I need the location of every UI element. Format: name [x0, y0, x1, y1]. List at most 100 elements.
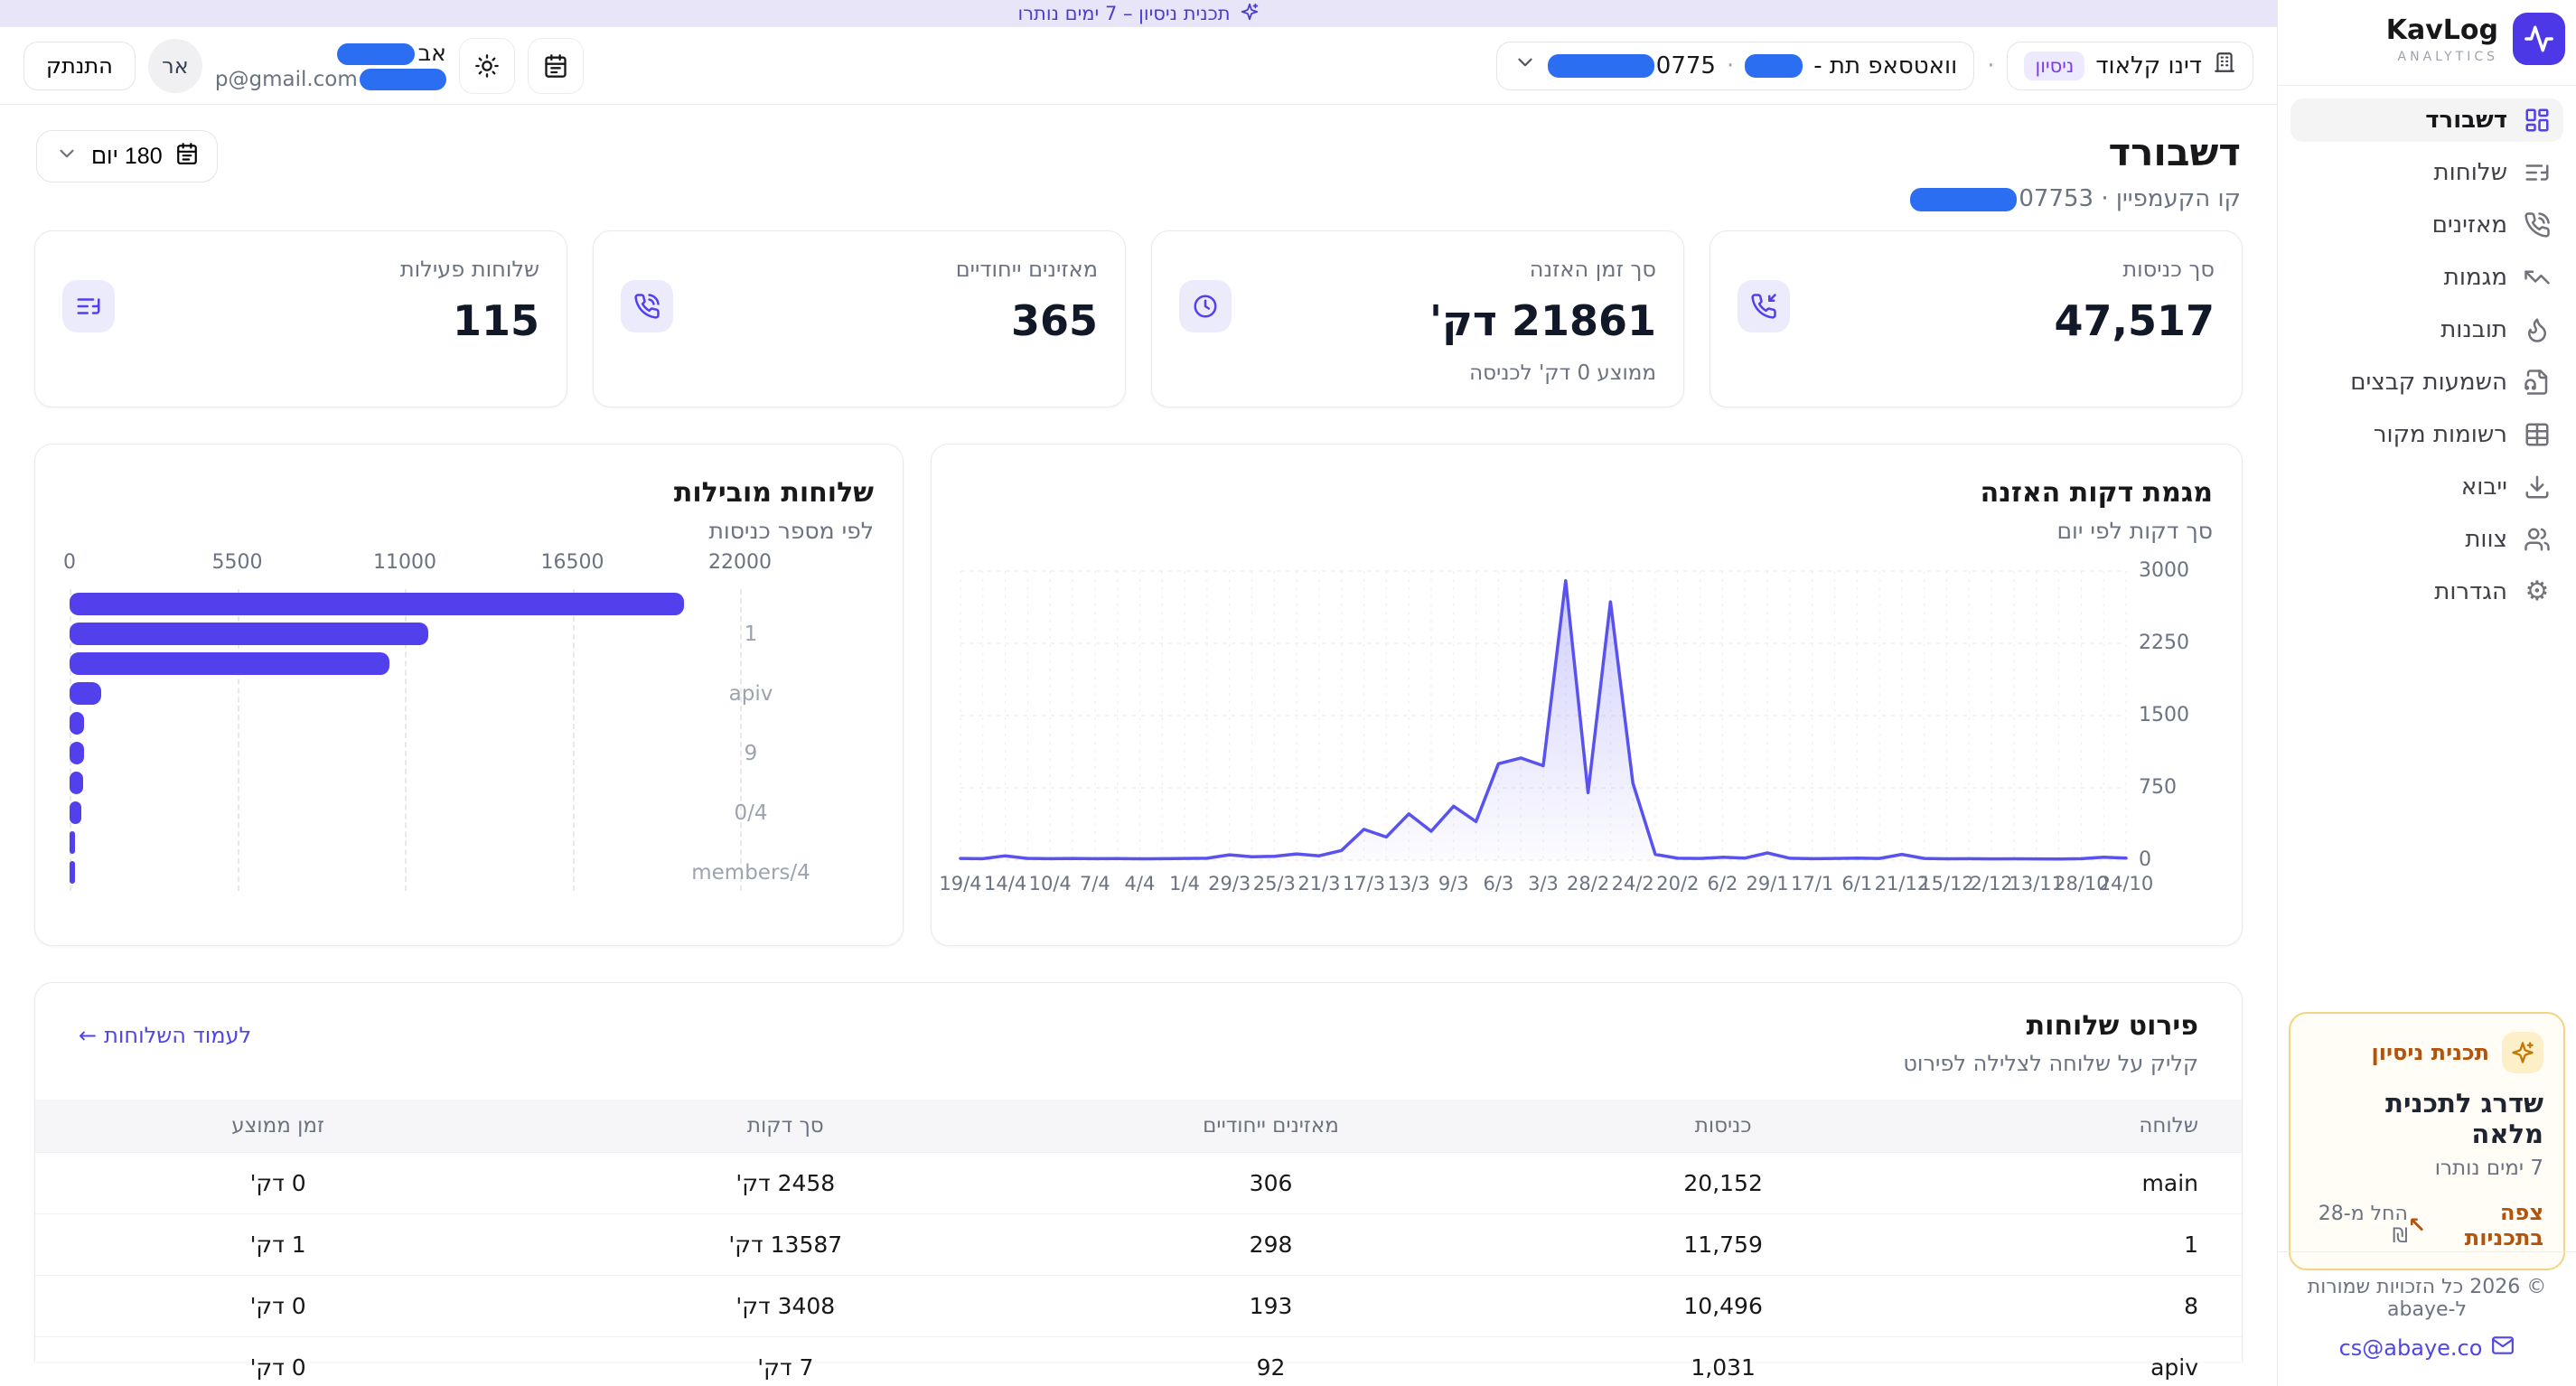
table-row[interactable]: 111,75929813587 דק'1 דק' [35, 1213, 2242, 1275]
trending-up-icon [2524, 264, 2551, 291]
area-x-tick: 6/1 [1841, 873, 1872, 894]
bar-axis-tick: 5500 [212, 551, 263, 574]
kavlog-logo-icon [2513, 13, 2565, 65]
bar-category-label: 0/4 [660, 801, 841, 825]
sidebar-item-label: מאזינים [2432, 211, 2507, 239]
bar [70, 831, 75, 854]
table-row[interactable]: apiv1,031927 דק'0 דק' [35, 1336, 2242, 1386]
listening-trend-chart-card: מגמת דקות האזנה סך דקות לפי יום 07501500… [931, 444, 2243, 946]
area-x-tick: 3/3 [1528, 873, 1559, 894]
sidebar-item-settings[interactable]: ⚙ הגדרות [2290, 570, 2563, 613]
sidebar-item-extensions[interactable]: שלוחות [2290, 151, 2563, 194]
sidebar-item-team[interactable]: צוות [2290, 518, 2563, 561]
app-root: KavLog ANALYTICS דשבורד שלוחות [0, 0, 2576, 1386]
sidebar-item-label: הגדרות [2434, 578, 2507, 605]
table-row[interactable]: 810,4961933408 דק'0 דק' [35, 1275, 2242, 1336]
sidebar-item-source-records[interactable]: רשומות מקור [2290, 413, 2563, 456]
line-label: וואטסאפ תת - [1813, 52, 1957, 80]
theme-toggle-button[interactable] [459, 38, 515, 94]
sidebar-item-import[interactable]: ייבוא [2290, 465, 2563, 509]
bar-chart-plot: 055001100016500220001apiv90/4members/4 [64, 551, 874, 913]
table-icon [2524, 421, 2551, 448]
chevron-down-icon [1513, 51, 1537, 80]
list-tree-icon [2524, 159, 2551, 186]
trial-badge: תכנית ניסיון [2372, 1040, 2489, 1065]
bar-axis-tick: 16500 [541, 551, 604, 574]
area-x-tick: 15/12 [1919, 873, 1974, 894]
table-row[interactable]: main20,1523062458 דק'0 דק' [35, 1152, 2242, 1213]
sidebar-item-dashboard[interactable]: דשבורד [2290, 98, 2563, 142]
trial-banner-text: תכנית ניסיון – 7 ימים נותרו [1017, 3, 1230, 24]
redaction-blob [337, 43, 415, 65]
calendar-button[interactable] [528, 38, 584, 94]
stat-card-unique-listeners: מאזינים ייחודיים 365 [593, 230, 1126, 407]
sidebar-item-label: מגמות [2444, 264, 2507, 291]
area-x-tick: 24/10 [2099, 873, 2154, 894]
sidebar-item-label: צוות [2465, 526, 2507, 553]
area-x-tick: 28/2 [1567, 873, 1609, 894]
stat-card-listening-time: סך זמן האזנה 21861 דק' ממוצע 0 דק' לכניס… [1151, 230, 1684, 407]
trial-plan-card: תכנית ניסיון שדרג לתכנית מלאה 7 ימים נות… [2289, 1012, 2565, 1270]
stat-cards-row: סך כניסות 47,517 סך זמן האזנה 21861 דק' … [0, 225, 2277, 407]
area-y-tick: 1500 [2139, 704, 2189, 726]
area-x-tick: 2/12 [1971, 873, 2013, 894]
sidebar: KavLog ANALYTICS דשבורד שלוחות [2277, 0, 2576, 1386]
dashboard-grid-icon [2524, 107, 2551, 134]
page-subtitle: קו הקעמפיין · 07753 [1910, 185, 2241, 212]
redaction-blob [1745, 54, 1803, 78]
trial-title: שדרג לתכנית מלאה [2310, 1088, 2543, 1149]
phone-call-icon [621, 280, 673, 332]
envelope-icon [2491, 1334, 2515, 1363]
bar [70, 652, 389, 675]
bar [70, 682, 101, 705]
redaction-blob [1910, 188, 2017, 211]
stat-card-active-extensions: שלוחות פעילות 115 [34, 230, 567, 407]
copyright-text: © 2026 כל הזכויות שמורות ל-abaye [2296, 1276, 2558, 1321]
sidebar-item-insights[interactable]: תובנות [2290, 308, 2563, 351]
area-y-tick: 0 [2139, 848, 2151, 871]
line-selector-dropdown[interactable]: וואטסאפ תת - · 0775 [1496, 42, 1974, 90]
area-x-tick: 17/3 [1343, 873, 1385, 894]
sparkles-icon [2502, 1032, 2543, 1073]
chart-subtitle: סך דקות לפי יום [960, 518, 2213, 544]
logout-button[interactable]: התנתק [23, 42, 136, 90]
separator-dot: · [1987, 52, 1994, 80]
flame-icon [2524, 316, 2551, 343]
sidebar-item-label: השמעות קבצים [2350, 369, 2507, 396]
date-range-button[interactable]: 180 יום [36, 130, 218, 183]
area-x-tick: 20/2 [1656, 873, 1699, 894]
sidebar-item-trends[interactable]: מגמות [2290, 256, 2563, 299]
bar [70, 623, 428, 645]
trial-price: החל מ-28 ₪ [2310, 1203, 2408, 1248]
bar-category-label: members/4 [660, 861, 841, 885]
extensions-page-link[interactable]: לעמוד השלוחות← [79, 1023, 251, 1048]
area-x-tick: 19/4 [939, 873, 981, 894]
trial-banner: תכנית ניסיון – 7 ימים נותרו [0, 0, 2277, 27]
bar-category-label: 9 [660, 742, 841, 765]
topbar: דינו קלאוד ניסיון · וואטסאפ תת - · 0775 [0, 27, 2277, 105]
bar-axis-tick: 22000 [708, 551, 772, 574]
area-x-tick: 25/3 [1253, 873, 1296, 894]
area-x-tick: 6/3 [1483, 873, 1513, 894]
table-header-row: שלוחה כניסות מאזינים ייחודיים סך דקות זמ… [35, 1100, 2242, 1152]
area-x-tick: 7/4 [1080, 873, 1110, 894]
area-x-tick: 24/2 [1612, 873, 1654, 894]
users-icon [2524, 526, 2551, 553]
org-selector[interactable]: דינו קלאוד ניסיון [2007, 42, 2253, 90]
stat-card-total-entries: סך כניסות 47,517 [1710, 230, 2243, 407]
area-y-tick: 2250 [2139, 632, 2189, 654]
bar-axis-tick: 0 [63, 551, 76, 574]
area-x-tick: 17/1 [1791, 873, 1833, 894]
view-plans-link[interactable]: צפה בתכניות↖ [2408, 1200, 2543, 1250]
brand-name: KavLog [2386, 14, 2498, 46]
clock-icon [1179, 280, 1232, 332]
sidebar-item-label: רשומות מקור [2374, 421, 2507, 448]
redaction-blob [1548, 54, 1654, 78]
sidebar-item-file-plays[interactable]: השמעות קבצים [2290, 361, 2563, 404]
sidebar-item-listeners[interactable]: מאזינים [2290, 203, 2563, 247]
area-x-tick: 9/3 [1438, 873, 1469, 894]
sparkles-icon [1240, 2, 1260, 26]
support-email-link[interactable]: cs@abaye.co [2296, 1334, 2558, 1363]
trial-days-left: 7 ימים נותרו [2310, 1157, 2543, 1180]
area-x-tick: 29/1 [1746, 873, 1788, 894]
